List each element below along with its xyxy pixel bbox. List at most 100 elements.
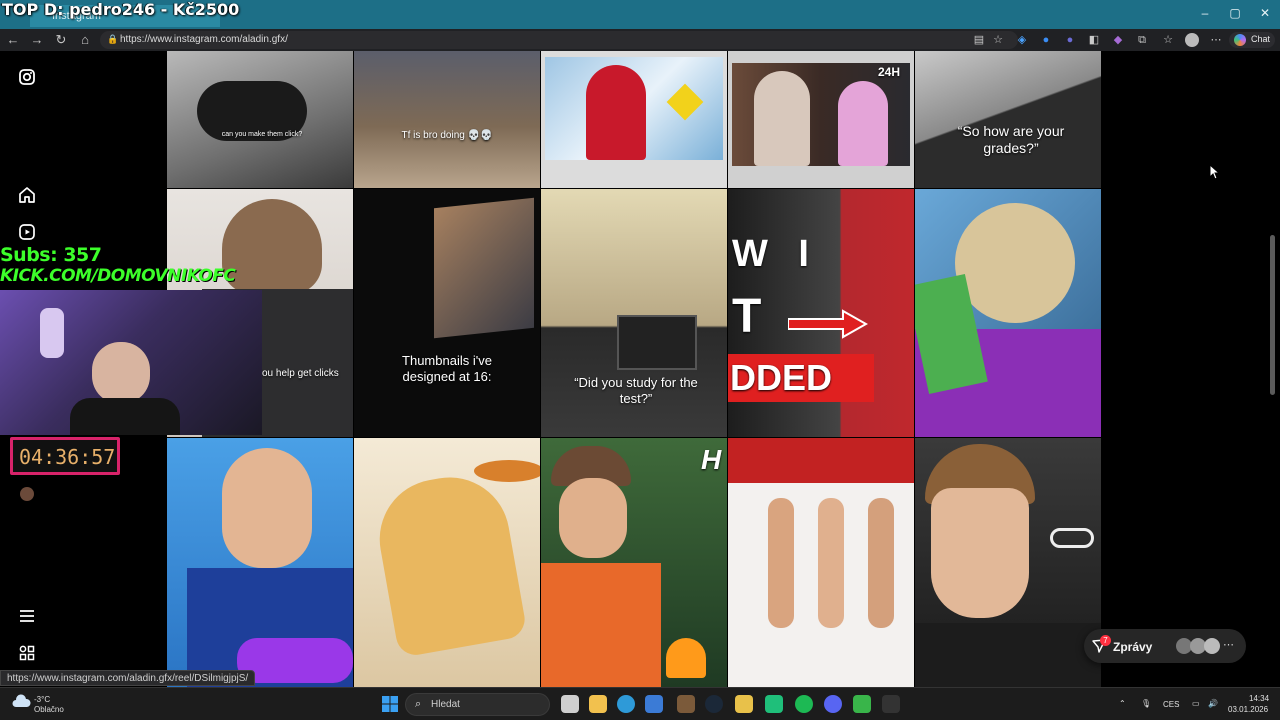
subs-counter: Subs: 357: [0, 244, 102, 266]
clock-date[interactable]: 03.01.2026: [1228, 705, 1268, 714]
stream-timer: 04:36:57: [10, 437, 120, 475]
extensions-puzzle-icon[interactable]: ⧉: [1135, 33, 1149, 47]
apps-icon[interactable]: [17, 643, 37, 663]
post-tile[interactable]: [915, 438, 1101, 687]
post-tile[interactable]: [167, 438, 353, 687]
messages-label: Zprávy: [1113, 640, 1153, 654]
cape-shape: [915, 623, 1101, 687]
post-tile[interactable]: can you make them click?: [167, 51, 353, 188]
post-tile[interactable]: W I T DDED: [728, 189, 914, 437]
favorite-star-icon[interactable]: ☆: [991, 33, 1005, 47]
post-tile[interactable]: “So how are your grades?”: [915, 51, 1101, 188]
windows-start-icon[interactable]: [382, 696, 398, 712]
right-panel: [1102, 51, 1280, 687]
scissors-icon: [1050, 528, 1094, 548]
favorites-icon[interactable]: ☆: [1161, 33, 1175, 47]
spotify-icon[interactable]: [795, 695, 813, 713]
back-icon[interactable]: ←: [5, 32, 21, 48]
instagram-logo-icon[interactable]: [17, 67, 37, 87]
search-placeholder: Hledat: [431, 699, 460, 710]
app-icon[interactable]: [853, 695, 871, 713]
post-tile[interactable]: Thumbnails i've designed at 16:: [354, 189, 540, 437]
hair-shape: [955, 203, 1075, 323]
tray-chevron-icon[interactable]: ⌃: [1119, 699, 1126, 708]
stream-title-overlay: TOP D: pedro246 - Kč2500: [2, 0, 240, 19]
shirt-shape: [541, 563, 661, 687]
person-shape: [838, 81, 888, 166]
post-caption: T: [732, 290, 762, 343]
profile-icon[interactable]: [1185, 33, 1199, 47]
figure-shape: [768, 498, 794, 628]
edge-browser-icon[interactable]: [617, 695, 635, 713]
steam-icon[interactable]: [705, 695, 723, 713]
neon-sign-shape: [40, 308, 64, 358]
face-shape: [222, 448, 312, 568]
clock-time[interactable]: 14:34: [1249, 694, 1269, 703]
cloud-icon: [12, 694, 31, 707]
post-tile[interactable]: H: [541, 438, 727, 687]
face-shape: [931, 488, 1029, 618]
avatar: [1204, 638, 1220, 654]
post-caption: you help get clicks: [257, 368, 339, 379]
figure-shape: [868, 498, 894, 628]
menu-icon[interactable]: [17, 606, 37, 626]
post-tile[interactable]: 24H: [728, 51, 914, 188]
chat-label: Chat: [1251, 34, 1271, 44]
more-icon[interactable]: ⋯: [1209, 33, 1223, 47]
page-scrollbar[interactable]: [1270, 235, 1275, 395]
post-tile[interactable]: Tf is bro doing 💀💀: [354, 51, 540, 188]
app-icon[interactable]: [677, 695, 695, 713]
messages-badge: 7: [1100, 635, 1111, 646]
extension-icon[interactable]: ●: [1063, 33, 1077, 47]
browser-toolbar: ← → ↻ ⌂ 🔒 https://www.instagram.com/alad…: [0, 29, 1280, 51]
taco-shape: [370, 468, 528, 658]
store-icon[interactable]: [645, 695, 663, 713]
person-shape: [754, 71, 810, 166]
post-tile[interactable]: [541, 51, 727, 188]
copilot-chat-button[interactable]: Chat: [1229, 32, 1275, 48]
weather-widget[interactable]: [11, 694, 31, 713]
home-browser-icon[interactable]: ⌂: [77, 32, 93, 48]
app-icon[interactable]: [765, 695, 783, 713]
reload-icon[interactable]: ↻: [53, 32, 69, 48]
post-tile[interactable]: [728, 438, 914, 687]
curtain-shape: [728, 438, 914, 483]
language-indicator[interactable]: CES: [1163, 700, 1179, 709]
post-tile[interactable]: [915, 189, 1101, 437]
volume-icon[interactable]: 🔊: [1208, 699, 1218, 708]
close-icon[interactable]: ✕: [1250, 6, 1280, 20]
streamer-face: [92, 342, 150, 404]
messages-button[interactable]: 7 Zprávy ⋯: [1084, 629, 1246, 663]
fire-shape: [666, 638, 706, 678]
discord-icon[interactable]: [824, 695, 842, 713]
home-icon[interactable]: [17, 185, 37, 205]
minimize-icon[interactable]: –: [1190, 6, 1220, 20]
sombrero-shape: [474, 460, 540, 482]
file-explorer-icon[interactable]: [589, 695, 607, 713]
weather-desc: Oblačno: [34, 705, 64, 714]
post-caption: W I: [732, 233, 819, 275]
extension-icon[interactable]: ◧: [1087, 33, 1101, 47]
hair-shape: [222, 199, 322, 294]
post-caption: DDED: [730, 357, 833, 398]
post-caption: “So how are your grades?”: [957, 123, 1065, 156]
task-view-icon[interactable]: [561, 695, 579, 713]
post-tile[interactable]: [354, 438, 540, 687]
microphone-icon[interactable]: 🎙: [1141, 699, 1151, 708]
extension-icon[interactable]: ◆: [1111, 33, 1125, 47]
copilot-icon: [1234, 34, 1246, 46]
post-tile[interactable]: “Did you study for the test?”: [541, 189, 727, 437]
app-icon[interactable]: [882, 695, 900, 713]
reader-icon[interactable]: ▤: [972, 33, 986, 47]
mouse-cursor-icon: [1209, 164, 1221, 180]
reels-icon[interactable]: [17, 222, 37, 242]
taskbar-search[interactable]: ⌕ Hledat: [405, 693, 550, 716]
address-bar[interactable]: 🔒 https://www.instagram.com/aladin.gfx/: [100, 31, 1018, 49]
maximize-icon[interactable]: ▢: [1220, 6, 1250, 20]
post-caption: H: [701, 444, 722, 475]
network-icon[interactable]: ▭: [1192, 699, 1200, 708]
extension-icon[interactable]: ●: [1039, 33, 1053, 47]
app-icon[interactable]: [735, 695, 753, 713]
forward-icon[interactable]: →: [29, 32, 45, 48]
extension-icon[interactable]: ◈: [1015, 33, 1029, 47]
